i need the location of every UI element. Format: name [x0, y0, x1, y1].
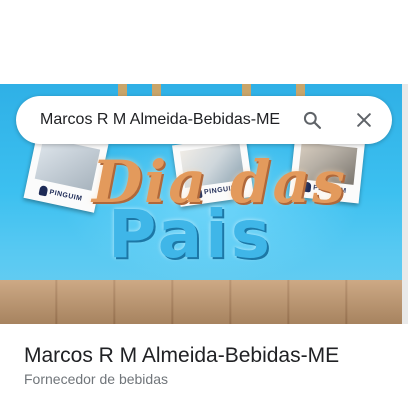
close-icon [357, 113, 371, 127]
scrollbar-track[interactable] [402, 84, 408, 324]
search-bar[interactable]: Marcos R M Almeida-Bebidas-ME [16, 96, 392, 144]
search-button[interactable] [296, 104, 328, 136]
search-icon [303, 111, 321, 129]
search-input[interactable]: Marcos R M Almeida-Bebidas-ME [40, 96, 280, 144]
place-category: Fornecedor de bebidas [24, 371, 168, 387]
photo-image [34, 137, 101, 191]
clear-search-button[interactable] [348, 104, 380, 136]
floor-shade [0, 280, 402, 324]
top-blank-area [0, 0, 408, 84]
place-title: Marcos R M Almeida-Bebidas-ME [24, 344, 340, 367]
headline-line-2: Pais [108, 196, 274, 273]
place-info-panel: Marcos R M Almeida-Bebidas-ME Fornecedor… [0, 324, 402, 408]
